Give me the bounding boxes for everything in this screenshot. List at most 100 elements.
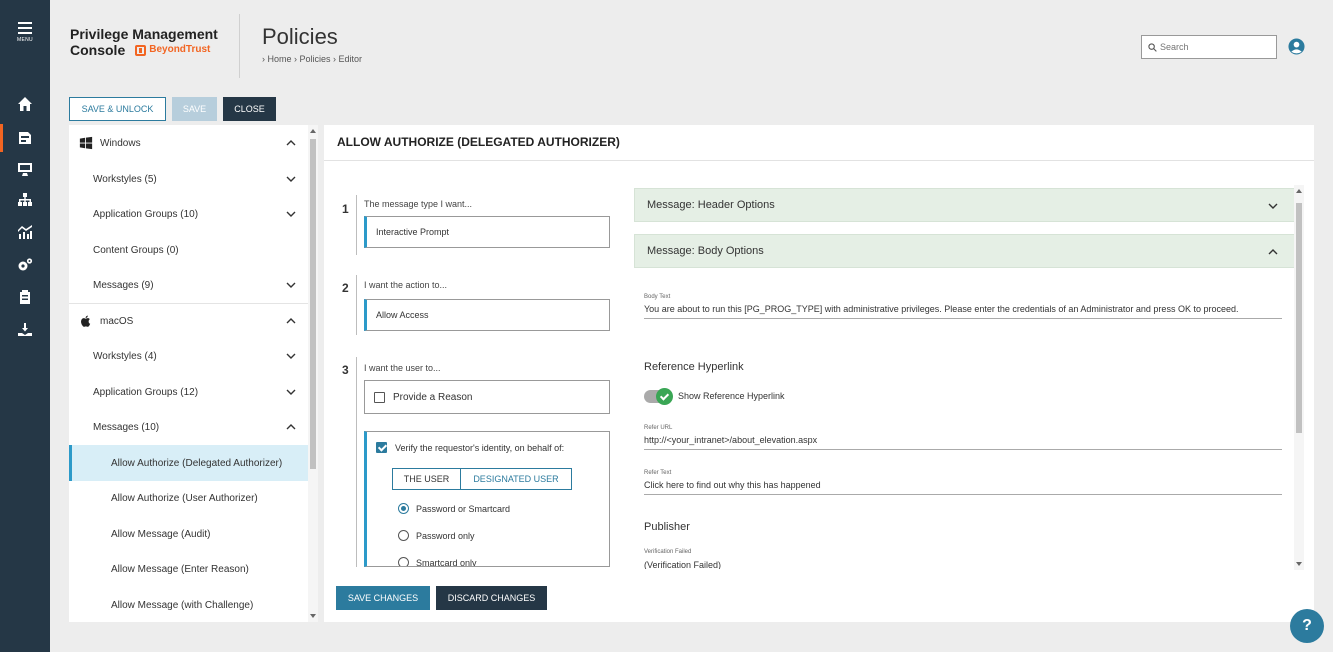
scroll-up-arrow-icon[interactable]: [1296, 189, 1302, 193]
tree-group-item[interactable]: Workstyles (4): [69, 338, 308, 374]
discard-changes-button[interactable]: DISCARD CHANGES: [436, 586, 547, 610]
tree-message-item[interactable]: Allow Message (Audit): [69, 516, 308, 552]
step3-label: I want the user to...: [364, 363, 441, 373]
org-icon[interactable]: [0, 188, 50, 212]
chevron-down-icon[interactable]: [286, 280, 296, 290]
radio-button[interactable]: [398, 503, 409, 514]
clipboard-icon[interactable]: [0, 285, 50, 309]
tree-message-item[interactable]: Allow Message (with Challenge): [69, 587, 308, 622]
page-title: Policies: [262, 24, 338, 49]
designated-user-tab[interactable]: DESIGNATED USER: [460, 468, 572, 490]
tree-item-label: macOS: [100, 315, 134, 327]
header-options-label: Message: Header Options: [647, 199, 775, 211]
search-box[interactable]: [1141, 35, 1277, 59]
tree-group-item[interactable]: Content Groups (0): [69, 232, 308, 268]
tree-item-label: Messages (9): [93, 279, 154, 291]
save-changes-button[interactable]: SAVE CHANGES: [336, 586, 430, 610]
provide-reason-option[interactable]: Provide a Reason: [364, 380, 610, 414]
apple-logo-icon: [81, 315, 91, 327]
verify-identity-option: Verify the requestor's identity, on beha…: [364, 431, 610, 567]
chevron-down-icon[interactable]: [286, 174, 296, 184]
breadcrumb[interactable]: › Home › Policies › Editor: [262, 54, 362, 64]
chevron-up-icon[interactable]: [286, 316, 296, 326]
hamburger-icon: [18, 22, 32, 34]
verify-identity-header[interactable]: Verify the requestor's identity, on beha…: [376, 442, 564, 453]
tree-group-item[interactable]: Application Groups (12): [69, 374, 308, 410]
refer-text-label: Refer Text: [644, 470, 672, 476]
step2-label: I want the action to...: [364, 280, 448, 290]
radio-button[interactable]: [398, 557, 409, 566]
tree-message-item[interactable]: Allow Message (Enter Reason): [69, 551, 308, 587]
scroll-down-arrow-icon[interactable]: [310, 614, 316, 618]
action-select[interactable]: Allow Access: [364, 299, 610, 331]
tree-item-label: Application Groups (12): [93, 386, 199, 398]
deploy-icon[interactable]: [0, 318, 50, 342]
tree-item-label: Content Groups (0): [93, 244, 179, 256]
save-unlock-button[interactable]: SAVE & UNLOCK: [69, 97, 166, 121]
chevron-down-icon: [1268, 203, 1278, 209]
provide-reason-label: Provide a Reason: [393, 391, 473, 403]
scroll-thumb[interactable]: [1296, 203, 1302, 433]
analytics-icon[interactable]: [0, 220, 50, 244]
left-nav-rail: MENU: [0, 0, 50, 652]
verification-failed-field[interactable]: (Verification Failed): [644, 559, 1282, 569]
chevron-down-icon[interactable]: [286, 209, 296, 219]
step-number: 2: [342, 281, 349, 295]
tree-group-item[interactable]: Workstyles (5): [69, 161, 308, 197]
chevron-down-icon[interactable]: [286, 387, 296, 397]
beyondtrust-logo-icon: [135, 44, 147, 56]
policy-icon[interactable]: [0, 126, 50, 150]
chevron-down-icon[interactable]: [286, 351, 296, 361]
show-reference-hyperlink-toggle[interactable]: [644, 388, 673, 405]
tree-scrollbar[interactable]: [308, 125, 318, 622]
menu-button[interactable]: MENU: [0, 22, 50, 43]
radio-option[interactable]: Password or Smartcard: [398, 503, 510, 514]
radio-option[interactable]: Smartcard only: [398, 557, 477, 566]
close-button[interactable]: CLOSE: [223, 97, 276, 121]
scroll-thumb[interactable]: [310, 139, 316, 469]
tree-group-item[interactable]: Messages (9): [69, 267, 308, 303]
refer-url-label: Refer URL: [644, 425, 673, 431]
radio-button[interactable]: [398, 530, 409, 541]
body-text-field[interactable]: You are about to run this [PG_PROG_TYPE]…: [644, 303, 1282, 319]
tree-os-header[interactable]: macOS: [69, 303, 308, 339]
verification-failed-label: Verification Failed: [644, 549, 692, 555]
message-type-select[interactable]: Interactive Prompt: [364, 216, 610, 248]
refer-url-field[interactable]: http://<your_intranet>/about_elevation.a…: [644, 434, 1282, 450]
tree-os-header[interactable]: Windows: [69, 125, 308, 161]
tree-message-item[interactable]: Allow Authorize (User Authorizer): [69, 480, 308, 516]
home-icon[interactable]: [0, 92, 50, 116]
computer-icon[interactable]: [0, 157, 50, 181]
chevron-up-icon[interactable]: [286, 138, 296, 148]
search-icon: [1148, 42, 1157, 52]
tree-message-item[interactable]: Allow Authorize (Delegated Authorizer): [69, 445, 308, 481]
tree-item-label: Application Groups (10): [93, 208, 199, 220]
publisher-title: Publisher: [644, 521, 690, 533]
tree-group-item[interactable]: Application Groups (10): [69, 196, 308, 232]
tree-group-item[interactable]: Messages (10): [69, 409, 308, 445]
options-scrollbar[interactable]: [1294, 185, 1304, 570]
save-button[interactable]: SAVE: [172, 97, 217, 121]
body-options-accordion[interactable]: Message: Body Options: [634, 234, 1295, 268]
scroll-down-arrow-icon[interactable]: [1296, 562, 1302, 566]
body-options-content: Body Text You are about to run this [PG_…: [634, 269, 1295, 569]
vendor-name: BeyondTrust: [149, 44, 211, 55]
windows-logo-icon: [79, 136, 93, 150]
radio-option[interactable]: Password only: [398, 530, 475, 541]
provide-reason-checkbox[interactable]: [374, 391, 385, 403]
chevron-up-icon[interactable]: [286, 422, 296, 432]
search-input[interactable]: [1160, 42, 1270, 52]
the-user-tab[interactable]: THE USER: [392, 468, 461, 490]
settings-icon[interactable]: [0, 253, 50, 277]
refer-text-field[interactable]: Click here to find out why this has happ…: [644, 479, 1282, 495]
user-account-icon[interactable]: [1288, 38, 1305, 55]
verify-identity-checkbox[interactable]: [376, 442, 387, 453]
tree-item-label: Allow Authorize (User Authorizer): [111, 492, 258, 504]
help-button[interactable]: ?: [1290, 609, 1324, 643]
brand-logo: Privilege Management Console BeyondTrust: [70, 26, 240, 58]
header-options-accordion[interactable]: Message: Header Options: [634, 188, 1295, 222]
scroll-up-arrow-icon[interactable]: [310, 129, 316, 133]
tree-item-label: Allow Message (Enter Reason): [111, 563, 249, 575]
step-line: [356, 275, 357, 335]
tree-item-label: Messages (10): [93, 421, 160, 433]
